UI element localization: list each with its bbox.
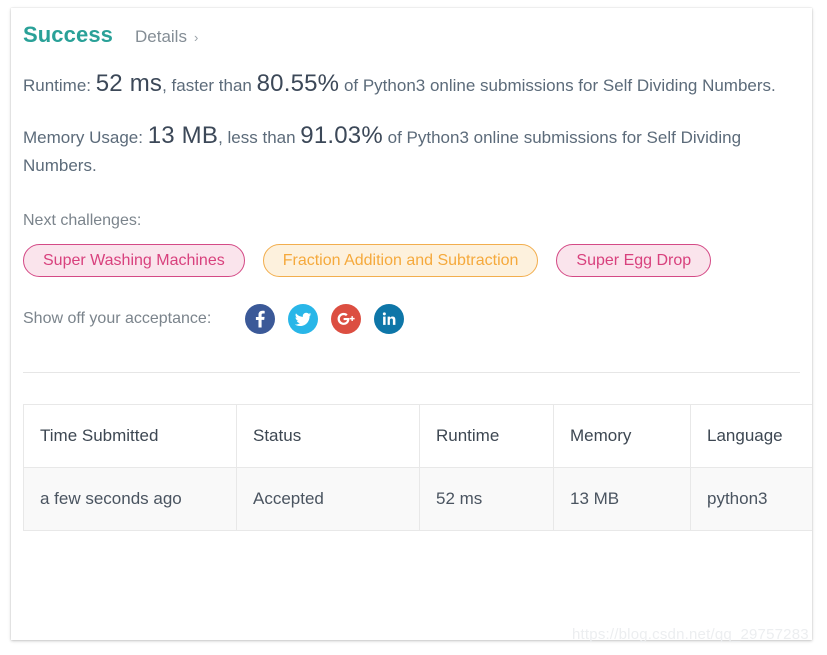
chevron-right-icon: › — [193, 30, 199, 45]
challenge-tag-super-egg-drop[interactable]: Super Egg Drop — [556, 244, 712, 277]
runtime-mid: , faster than — [162, 76, 257, 95]
memory-value: 13 MB — [147, 122, 219, 149]
runtime-stat: Runtime: 52 ms, faster than 80.55% of Py… — [23, 70, 791, 100]
memory-stat: Memory Usage: 13 MB, less than 91.03% of… — [23, 122, 791, 180]
cell-runtime: 52 ms — [419, 467, 554, 531]
runtime-value: 52 ms — [95, 70, 163, 97]
twitter-share-icon[interactable] — [288, 304, 319, 334]
share-row: Show off your acceptance: — [11, 304, 812, 334]
column-header-memory: Memory — [553, 404, 691, 468]
details-link-label: Details — [135, 27, 187, 46]
column-header-status: Status — [236, 404, 420, 468]
share-label: Show off your acceptance: — [23, 310, 212, 327]
table-row[interactable]: a few seconds ago Accepted 52 ms 13 MB p… — [23, 467, 812, 531]
stats-block: Runtime: 52 ms, faster than 80.55% of Py… — [11, 70, 812, 180]
submissions-table: Time Submitted Status Runtime Memory Lan… — [23, 404, 812, 531]
section-divider — [23, 372, 800, 373]
page-title: Success — [23, 22, 113, 47]
memory-percentile: 91.03% — [300, 122, 383, 149]
cell-memory: 13 MB — [553, 467, 691, 531]
column-header-time-submitted: Time Submitted — [23, 404, 237, 468]
table-body: a few seconds ago Accepted 52 ms 13 MB p… — [23, 467, 812, 531]
memory-mid: , less than — [218, 128, 301, 147]
cell-status[interactable]: Accepted — [236, 467, 420, 531]
challenge-tag-super-washing-machines[interactable]: Super Washing Machines — [23, 244, 245, 277]
cell-language: python3 — [690, 467, 812, 531]
next-challenges-label: Next challenges: — [23, 212, 142, 229]
cell-time-submitted: a few seconds ago — [23, 467, 237, 531]
next-challenges-tags: Super Washing Machines Fraction Addition… — [11, 244, 812, 290]
runtime-percentile: 80.55% — [256, 70, 340, 97]
submissions-table-wrapper: Time Submitted Status Runtime Memory Lan… — [11, 404, 812, 531]
card-header: Success Details › — [11, 8, 812, 48]
linkedin-share-icon[interactable] — [374, 304, 405, 334]
challenge-tag-fraction-addition-and-subtraction[interactable]: Fraction Addition and Subtraction — [262, 244, 539, 277]
submission-result-card: Success Details › Runtime: 52 ms, faster… — [11, 8, 812, 640]
table-header: Time Submitted Status Runtime Memory Lan… — [23, 404, 812, 468]
googleplus-share-icon[interactable] — [331, 304, 362, 334]
memory-prefix: Memory Usage: — [23, 128, 148, 147]
facebook-share-icon[interactable] — [245, 304, 276, 334]
table-header-row: Time Submitted Status Runtime Memory Lan… — [23, 404, 812, 468]
column-header-runtime: Runtime — [419, 404, 554, 468]
runtime-suffix: of Python3 online submissions for Self D… — [339, 76, 776, 95]
runtime-prefix: Runtime: — [23, 76, 96, 95]
page-root: Success Details › Runtime: 52 ms, faster… — [0, 0, 827, 655]
column-header-language: Language — [690, 404, 812, 468]
details-link[interactable]: Details › — [135, 27, 198, 47]
share-icon-group — [245, 304, 417, 334]
